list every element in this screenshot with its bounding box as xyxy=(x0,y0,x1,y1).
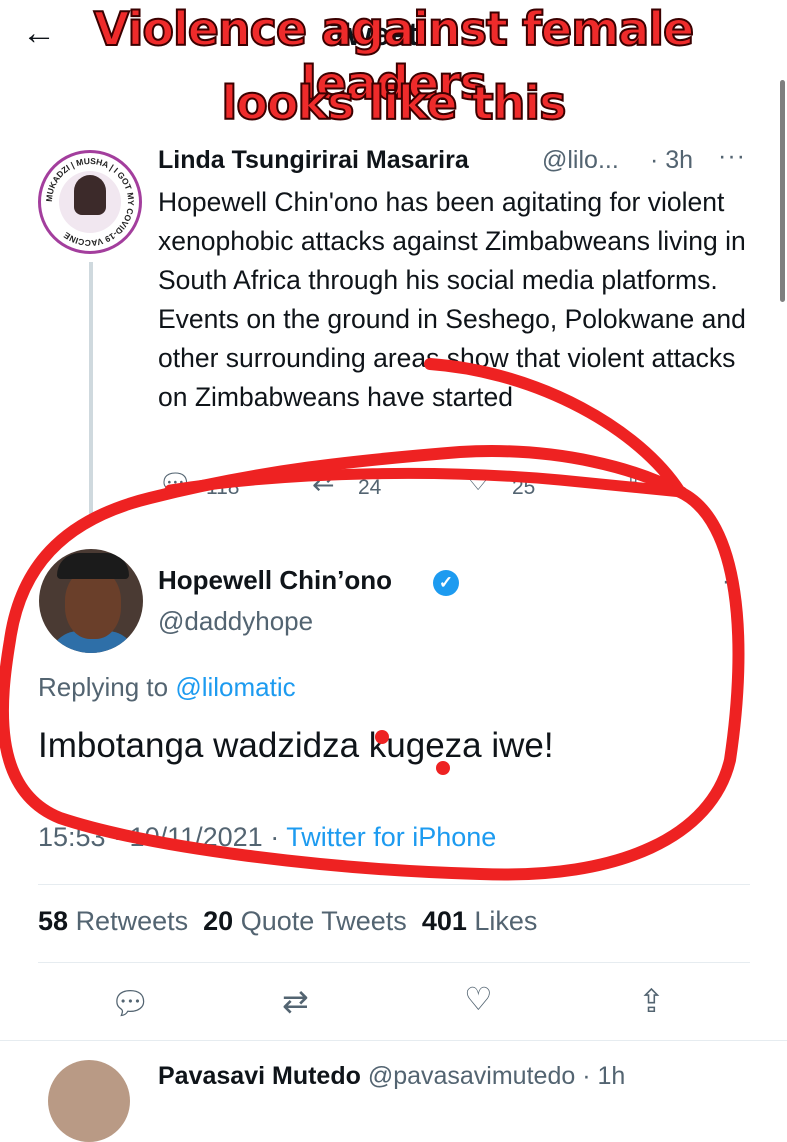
thread-line xyxy=(89,262,93,520)
tweet-source-link[interactable]: Twitter for iPhone xyxy=(286,822,496,852)
quote-tweets-stat[interactable]: 20 Quote Tweets xyxy=(203,906,407,936)
retweet-icon[interactable]: ⇄ xyxy=(312,466,335,497)
tweet-text: Hopewell Chin'ono has been agitating for… xyxy=(158,187,746,412)
divider xyxy=(38,962,750,963)
more-options-icon[interactable]: ··· xyxy=(718,142,746,171)
tweet-text: Imbotanga wadzidza kugeza iwe! xyxy=(38,726,554,765)
like-icon[interactable]: ♡ xyxy=(464,980,493,1018)
svg-text:MUKADZI | MUSHA | I GOT MY COV: MUKADZI | MUSHA | I GOT MY COVID-19 VACC… xyxy=(44,156,136,248)
reply-count: 118 xyxy=(206,476,240,499)
more-options-icon[interactable]: · xyxy=(722,568,730,596)
share-icon[interactable]: ⇪ xyxy=(638,982,665,1020)
retweet-icon[interactable]: ⇄ xyxy=(282,982,309,1020)
avatar[interactable] xyxy=(48,1060,130,1142)
author-name[interactable]: Hopewell Chin’ono xyxy=(158,565,392,596)
likes-stat[interactable]: 401 Likes xyxy=(422,906,538,936)
retweets-stat[interactable]: 58 Retweets xyxy=(38,906,188,936)
verified-badge-icon: ✓ xyxy=(433,570,459,596)
author-name[interactable]: Pavasavi Mutedo xyxy=(158,1062,361,1090)
engagement-stats: 58 Retweets 20 Quote Tweets 401 Likes xyxy=(38,906,537,937)
avatar[interactable] xyxy=(39,549,143,653)
tweet-meta: 15:53 · 10/11/2021 · Twitter for iPhone xyxy=(38,822,496,853)
author-name[interactable]: Linda Tsungirirai Masarira xyxy=(158,146,469,175)
avatar[interactable]: MUKADZI | MUSHA | I GOT MY COVID-19 VACC… xyxy=(38,150,142,254)
replying-prefix: Replying to xyxy=(38,672,169,702)
retweet-count: 24 xyxy=(358,476,382,499)
reply-icon[interactable]: 💬︎ xyxy=(110,984,151,1022)
avatar-face xyxy=(65,569,121,639)
like-count: 25 xyxy=(512,476,536,499)
author-handle[interactable]: @daddyhope xyxy=(158,606,313,637)
replying-to: Replying to @lilomatic xyxy=(38,672,296,703)
tweet-time[interactable]: · 1h xyxy=(582,1062,625,1090)
share-icon[interactable]: ⇪ xyxy=(622,466,645,497)
avatar-ring-text: MUKADZI | MUSHA | I GOT MY COVID-19 VACC… xyxy=(44,156,136,248)
annotation-stroke xyxy=(164,467,688,498)
mention-link[interactable]: @lilomatic xyxy=(175,672,295,702)
avatar-cap xyxy=(57,553,129,579)
tweet-time[interactable]: · 3h xyxy=(650,146,693,175)
next-reply-header[interactable]: Pavasavi Mutedo @pavasavimutedo · 1h xyxy=(158,1062,625,1091)
divider xyxy=(0,1040,787,1041)
reply-icon[interactable]: 💬︎ xyxy=(158,468,192,500)
author-handle[interactable]: @lilo... xyxy=(542,146,619,175)
tweet-timestamp[interactable]: 15:53 · 10/11/2021 · xyxy=(38,822,279,852)
divider xyxy=(38,884,750,885)
author-handle[interactable]: @pavasavimutedo xyxy=(368,1062,575,1090)
caption-line-2: looks like this xyxy=(221,75,568,131)
like-icon[interactable]: ♡ xyxy=(466,466,490,497)
